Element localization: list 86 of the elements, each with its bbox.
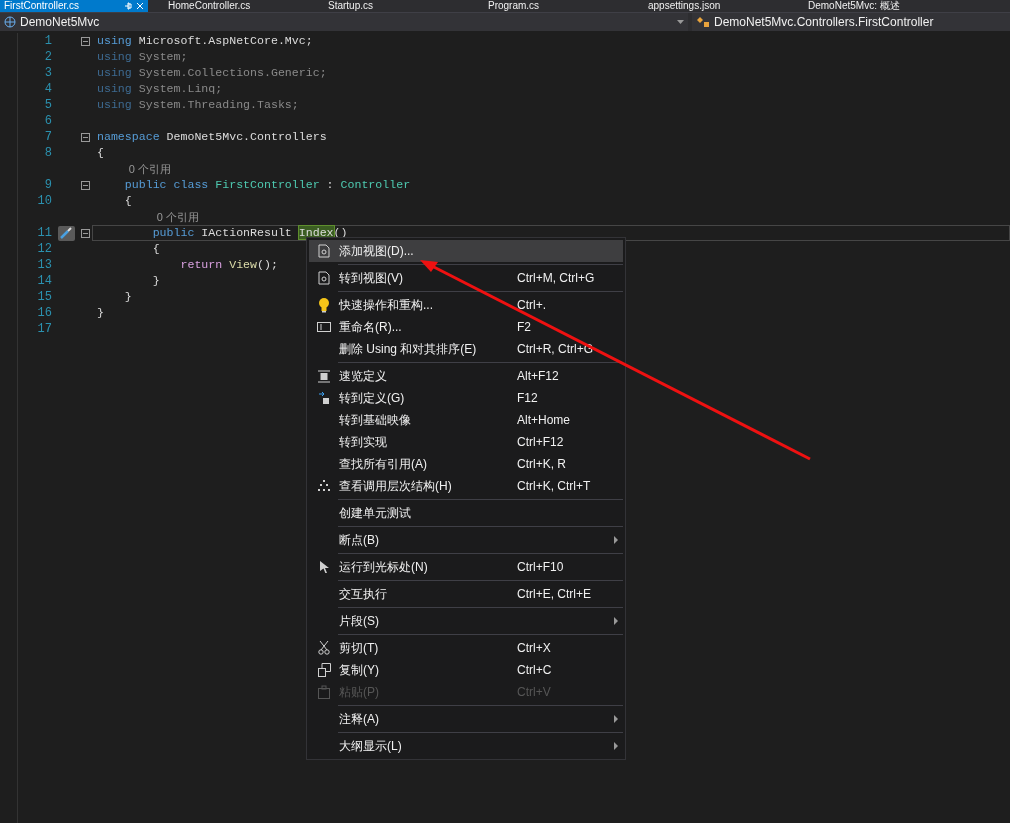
lightbulb-icon: [318, 297, 330, 313]
line-number: 4: [43, 81, 53, 98]
menu-item[interactable]: 转到定义(G) F12: [309, 387, 623, 409]
file-tab[interactable]: DemoNet5Mvc: 概述: [788, 0, 948, 12]
line-number: 17: [36, 321, 53, 338]
project-dropdown[interactable]: DemoNet5Mvc: [0, 13, 688, 31]
line-number: 16: [36, 305, 53, 322]
menu-item[interactable]: 运行到光标处(N) Ctrl+F10: [309, 556, 623, 578]
menu-item[interactable]: 复制(Y) Ctrl+C: [309, 659, 623, 681]
line-number: 9: [43, 177, 53, 194]
code-line: using System;: [97, 49, 188, 66]
line-number: 2: [43, 49, 53, 66]
pointer-icon: [319, 561, 329, 573]
menu-item[interactable]: 删除 Using 和对其排序(E) Ctrl+R, Ctrl+G: [309, 338, 623, 360]
file-tab[interactable]: FirstController.cs: [0, 0, 148, 12]
rename-icon: [317, 322, 331, 332]
codelens-references[interactable]: 0 个引用: [128, 160, 172, 178]
menu-item[interactable]: 转到实现 Ctrl+F12: [309, 431, 623, 453]
menu-item[interactable]: 查看调用层次结构(H) Ctrl+K, Ctrl+T: [309, 475, 623, 497]
clipboard-icon: [318, 685, 330, 699]
collapse-icon[interactable]: [80, 228, 90, 238]
line-number: 5: [43, 97, 53, 114]
collapse-icon[interactable]: [80, 180, 90, 190]
line-number: 6: [43, 113, 53, 130]
menu-item[interactable]: 片段(S): [309, 610, 623, 632]
code-line: {: [123, 193, 132, 210]
code-line: using System.Threading.Tasks;: [97, 97, 299, 114]
globe-icon: [4, 16, 16, 28]
file-tab[interactable]: appsettings.json: [628, 0, 788, 12]
line-number: 7: [43, 129, 53, 146]
menu-item[interactable]: 查找所有引用(A) Ctrl+K, R: [309, 453, 623, 475]
line-number: 10: [36, 193, 53, 210]
file-tab[interactable]: Startup.cs: [308, 0, 468, 12]
line-number: 13: [36, 257, 53, 274]
menu-item[interactable]: 添加视图(D)...: [309, 240, 623, 262]
code-line: public class FirstController : Controller: [123, 177, 411, 194]
document-icon: [318, 271, 330, 285]
pin-icon[interactable]: [124, 2, 132, 10]
file-tab[interactable]: HomeController.cs: [148, 0, 308, 12]
menu-item[interactable]: 重命名(R)... F2: [309, 316, 623, 338]
go-to-definition-icon: [318, 391, 330, 405]
code-line: {: [151, 241, 160, 258]
collapse-icon[interactable]: [80, 132, 90, 142]
menu-item[interactable]: 注释(A): [309, 708, 623, 730]
code-line: }: [151, 273, 160, 290]
call-hierarchy-icon: [318, 480, 330, 492]
dropdown-arrow-icon: [677, 20, 684, 24]
peek-definition-icon: [318, 369, 330, 383]
copy-icon: [317, 663, 331, 677]
menu-item[interactable]: 剪切(T) Ctrl+X: [309, 637, 623, 659]
collapse-icon[interactable]: [80, 36, 90, 46]
document-icon: [318, 244, 330, 258]
submenu-arrow-icon: [614, 715, 618, 723]
line-number: 3: [43, 65, 53, 82]
code-line: }: [97, 305, 104, 322]
code-line: {: [97, 145, 104, 162]
menu-item[interactable]: 创建单元测试: [309, 502, 623, 524]
line-number: 14: [36, 273, 53, 290]
code-line: namespace DemoNet5Mvc.Controllers: [97, 129, 327, 146]
menu-item[interactable]: 转到基础映像 Alt+Home: [309, 409, 623, 431]
line-number: 11: [36, 225, 53, 242]
line-number: 1: [43, 33, 53, 50]
code-line: using System.Linq;: [97, 81, 223, 98]
scissors-icon: [318, 641, 330, 655]
screwdriver-icon[interactable]: [57, 225, 75, 241]
menu-item[interactable]: 交互执行 Ctrl+E, Ctrl+E: [309, 583, 623, 605]
menu-item[interactable]: 快速操作和重构... Ctrl+.: [309, 294, 623, 316]
code-line: using System.Collections.Generic;: [97, 65, 327, 82]
code-line: }: [123, 289, 132, 306]
code-line: using Microsoft.AspNetCore.Mvc;: [97, 33, 313, 50]
line-number: 8: [43, 145, 53, 162]
code-line: return View();: [179, 257, 278, 274]
line-number: 12: [36, 241, 53, 258]
class-icon: [696, 16, 710, 28]
menu-item[interactable]: 转到视图(V) Ctrl+M, Ctrl+G: [309, 267, 623, 289]
submenu-arrow-icon: [614, 742, 618, 750]
submenu-arrow-icon: [614, 617, 618, 625]
member-dropdown[interactable]: DemoNet5Mvc.Controllers.FirstController: [692, 13, 1010, 31]
menu-item[interactable]: 速览定义 Alt+F12: [309, 365, 623, 387]
codelens-references[interactable]: 0 个引用: [156, 208, 199, 226]
menu-item[interactable]: 大纲显示(L): [309, 735, 623, 757]
file-tab[interactable]: Program.cs: [468, 0, 628, 12]
line-number: 15: [36, 289, 53, 306]
submenu-arrow-icon: [614, 536, 618, 544]
close-icon[interactable]: [136, 2, 144, 10]
menu-item[interactable]: 断点(B): [309, 529, 623, 551]
